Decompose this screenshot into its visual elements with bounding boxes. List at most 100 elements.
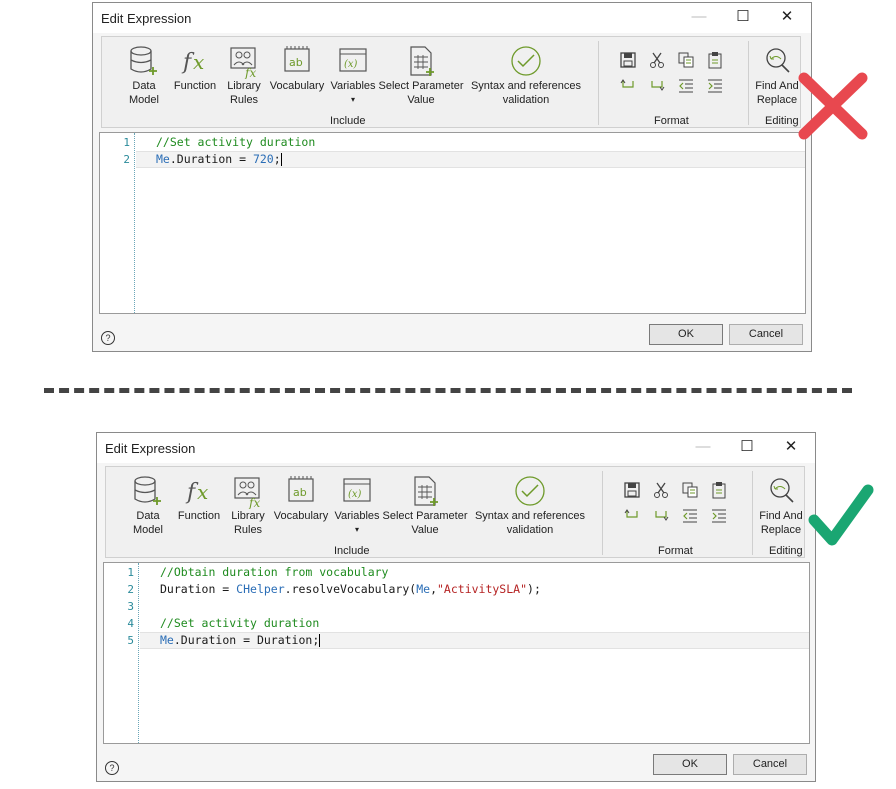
code-token-text: Duration = [160, 582, 237, 596]
ribbon-toolbar: Data Model f x Function fx Library Rules [101, 36, 801, 128]
select-parameter-label-1: Select Parameter [382, 510, 468, 522]
data-model-button[interactable]: Data Model [122, 45, 166, 107]
variables-button[interactable]: (x) Variables ▾ [328, 45, 378, 107]
variables-dropdown-icon[interactable]: ▾ [328, 93, 378, 107]
validation-check-icon [511, 46, 541, 76]
dialog-title: Edit Expression [101, 11, 192, 26]
svg-text:(x): (x) [344, 59, 358, 70]
vocabulary-button[interactable]: ab Vocabulary [268, 45, 326, 93]
format-group-label: Format [654, 115, 689, 127]
line-number: 2 [123, 153, 130, 166]
edit-expression-dialog-correct: Edit Expression — ☐ ✕ Data Model f x Fun… [96, 432, 816, 782]
cut-icon[interactable] [652, 481, 670, 499]
indent-icon[interactable] [710, 507, 728, 525]
syntax-validation-button[interactable]: Syntax and references validation [466, 45, 586, 107]
code-token-object: Me [416, 582, 431, 596]
database-icon [130, 46, 157, 75]
code-line-5: Me.Duration = Duration; [160, 633, 321, 647]
select-parameter-value-button[interactable]: Select Parameter Value [378, 45, 464, 107]
data-model-label-2: Model [129, 94, 159, 106]
syntax-label-1: Syntax and references [470, 80, 582, 92]
minimize-button[interactable]: — [677, 3, 721, 33]
vocabulary-icon: ab [284, 46, 310, 72]
cancel-button[interactable]: Cancel [733, 754, 807, 775]
code-token-text: , [430, 582, 437, 596]
close-button[interactable]: ✕ [769, 433, 813, 463]
library-rules-label-1: Library [231, 510, 265, 522]
save-icon[interactable] [623, 481, 641, 499]
group-separator [748, 41, 749, 125]
code-token-text: ); [527, 582, 541, 596]
cut-icon[interactable] [648, 51, 666, 69]
find-and-replace-button[interactable]: Find And Replace [754, 475, 808, 537]
library-rules-button[interactable]: fx Library Rules [224, 475, 272, 537]
line-number: 1 [123, 136, 130, 149]
paste-icon[interactable] [710, 481, 728, 499]
outdent-icon[interactable] [681, 507, 699, 525]
ok-button[interactable]: OK [649, 324, 723, 345]
function-button[interactable]: f x Function [170, 45, 220, 93]
svg-text:fx: fx [244, 66, 256, 79]
data-model-button[interactable]: Data Model [126, 475, 170, 537]
select-parameter-value-button[interactable]: Select Parameter Value [382, 475, 468, 537]
library-rules-label-1: Library [227, 80, 261, 92]
code-editor[interactable]: 1 2 3 4 5 //Obtain duration from vocabul… [103, 562, 810, 744]
cancel-button[interactable]: Cancel [729, 324, 803, 345]
outdent-icon[interactable] [677, 77, 695, 95]
line-number: 5 [127, 634, 134, 647]
redo-icon[interactable] [648, 77, 666, 95]
syntax-validation-button[interactable]: Syntax and references validation [470, 475, 590, 537]
help-icon[interactable]: ? [105, 761, 119, 775]
redo-icon[interactable] [652, 507, 670, 525]
svg-text:fx: fx [248, 496, 260, 509]
save-icon[interactable] [619, 51, 637, 69]
library-rules-button[interactable]: fx Library Rules [220, 45, 268, 107]
function-button[interactable]: f x Function [174, 475, 224, 523]
undo-icon[interactable] [623, 507, 641, 525]
maximize-button[interactable]: ☐ [721, 3, 765, 33]
code-token-object: CHelper [236, 582, 285, 596]
text-caret [280, 153, 282, 166]
function-label: Function [177, 510, 221, 522]
syntax-label-1: Syntax and references [474, 510, 586, 522]
find-label-2: Replace [760, 524, 802, 536]
syntax-label-2: validation [506, 524, 554, 536]
paste-icon[interactable] [706, 51, 724, 69]
ribbon-toolbar: Data Model f x Function fx Library Rules [105, 466, 805, 558]
code-token-object: Me [156, 152, 170, 166]
library-rules-label-2: Rules [233, 524, 263, 536]
select-parameter-label-2: Value [411, 524, 439, 536]
undo-icon[interactable] [619, 77, 637, 95]
incorrect-cross-icon [798, 72, 868, 140]
find-replace-icon [770, 478, 794, 503]
code-line-1: //Obtain duration from vocabulary [160, 565, 389, 579]
variables-icon: (x) [343, 478, 371, 502]
code-line-4: //Set activity duration [160, 616, 320, 630]
data-model-label-1: Data [136, 510, 160, 522]
indent-icon[interactable] [706, 77, 724, 95]
copy-icon[interactable] [681, 481, 699, 499]
vocabulary-label: Vocabulary [273, 510, 329, 522]
minimize-button[interactable]: — [681, 433, 725, 463]
function-label: Function [173, 80, 217, 92]
database-icon [134, 476, 161, 505]
code-token-text: .resolveVocabulary( [284, 582, 417, 596]
line-number: 2 [127, 583, 134, 596]
vocabulary-icon: ab [288, 476, 314, 502]
variables-dropdown-icon[interactable]: ▾ [332, 523, 382, 537]
vocabulary-button[interactable]: ab Vocabulary [272, 475, 330, 523]
code-editor[interactable]: 1 2 //Set activity duration Me.Duration … [99, 132, 806, 314]
format-group-label: Format [658, 545, 693, 557]
library-rules-label-2: Rules [229, 94, 259, 106]
svg-text:ab: ab [293, 486, 307, 499]
maximize-button[interactable]: ☐ [725, 433, 769, 463]
code-token-string: "ActivitySLA" [437, 582, 528, 596]
variables-button[interactable]: (x) Variables ▾ [332, 475, 382, 537]
parameter-table-icon [414, 476, 438, 506]
help-icon[interactable]: ? [101, 331, 115, 345]
group-separator [602, 471, 603, 555]
close-button[interactable]: ✕ [765, 3, 809, 33]
copy-icon[interactable] [677, 51, 695, 69]
ok-button[interactable]: OK [653, 754, 727, 775]
library-rules-icon: fx [230, 47, 256, 79]
